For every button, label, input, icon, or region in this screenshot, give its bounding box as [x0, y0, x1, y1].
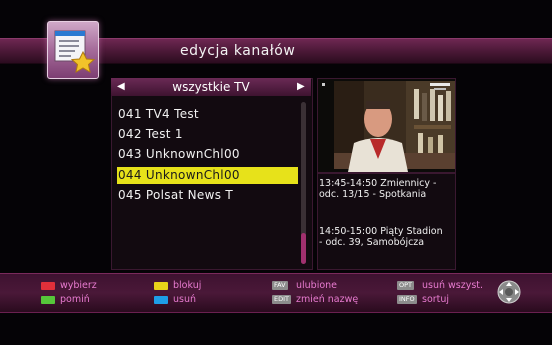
blue-key-icon [154, 296, 168, 304]
filter-label: wszystkie TV [172, 80, 250, 94]
fav-key-tag: FAV [272, 281, 288, 290]
channel-item[interactable]: 043 UnknownChl00 [117, 146, 298, 163]
channel-item[interactable]: 045 Polsat News T [117, 187, 298, 204]
red-key-icon [41, 282, 55, 290]
channel-item-selected[interactable]: 044 UnknownChl00 [117, 167, 298, 184]
legend-edit: zmień nazwę [296, 294, 359, 305]
legend-yellow: blokuj [173, 280, 202, 291]
info-key-tag: INFO [397, 295, 417, 304]
opt-key-tag: OPT [397, 281, 415, 290]
video-preview [317, 78, 456, 173]
footer-legend-bar [0, 273, 552, 313]
channel-item[interactable]: 042 Test 1 [117, 126, 298, 143]
page-title: edycja kanałów [180, 43, 296, 59]
legend-green: pomiń [60, 294, 90, 305]
arrow-right-icon[interactable]: ▶ [297, 81, 305, 92]
legend-fav: ulubione [296, 280, 338, 291]
channel-item[interactable]: 041 TV4 Test [117, 106, 298, 123]
epg-event-next: 14:50-15:00 Piąty Stadion - odc. 39, Sam… [319, 226, 443, 248]
epg-event-current: 13:45-14:50 Zmiennicy - odc. 13/15 - Spo… [319, 178, 437, 200]
edit-key-tag: EDIT [272, 295, 291, 304]
yellow-key-icon [154, 282, 168, 290]
dpad-navigation-icon [497, 280, 521, 304]
green-key-icon [41, 296, 55, 304]
legend-opt: usuń wszyst. [422, 280, 484, 291]
filter-selector[interactable]: ◀ wszystkie TV ▶ [111, 78, 311, 96]
scrollbar-thumb[interactable] [301, 233, 306, 264]
channel-edit-icon [47, 21, 99, 79]
legend-blue: usuń [173, 294, 197, 305]
legend-info: sortuj [422, 294, 450, 305]
legend-red: wybierz [60, 280, 97, 291]
